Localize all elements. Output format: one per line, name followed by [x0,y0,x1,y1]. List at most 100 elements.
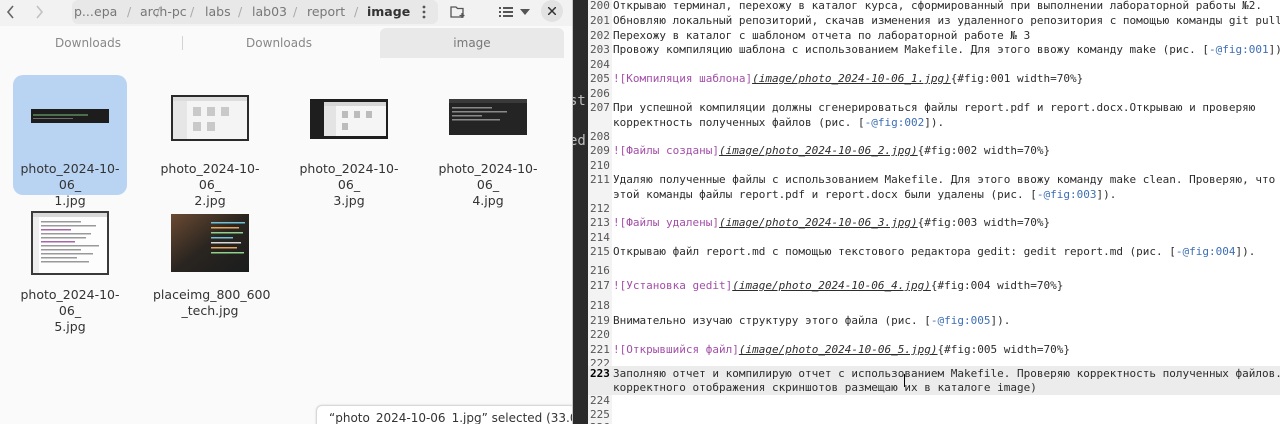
forward-button[interactable] [26,1,52,23]
editor-line[interactable]: 219 Внимательно изучаю структуру этого фа… [588,313,1280,328]
text-cursor [904,374,905,387]
markdown-link-text: ![Файлы удалены] [613,216,719,229]
editor-line[interactable]: 213 ![Файлы удалены](image/photo_2024-10-… [588,215,1280,230]
editor-line[interactable]: 215 Открываю файл report.md с помощью тек… [588,244,1280,259]
editor-line[interactable]: 207 При успешной компиляции должны сгенер… [588,100,1280,115]
image-thumbnail [31,109,109,123]
file-item[interactable]: photo_2024-10-06_ 5.jpg [13,205,127,334]
editor-line[interactable]: 224 [588,393,1280,408]
terminal-fragment: st [573,93,586,109]
editor-line[interactable]: 220 [588,327,1280,342]
editor-line[interactable]: 209 ![Файлы созданы](image/photo_2024-10-… [588,143,1280,158]
editor-line[interactable]: 214 [588,230,1280,245]
line-number: 221 [590,343,610,356]
tab-downloads-1[interactable]: Downloads [0,28,176,58]
path-segment[interactable]: р... [74,0,94,24]
line-number: 201 [590,14,610,27]
close-button[interactable] [541,0,563,22]
line-number: 208 [590,130,610,143]
editor-line[interactable]: корректность полученных файлов (рис. [-@… [588,115,1280,130]
line-text: ![Установка gedit](image/photo_2024-10-0… [613,278,1063,293]
path-segment-current[interactable]: image [367,0,410,24]
file-item[interactable]: photo_2024-10-06_ 1.jpg [13,75,127,208]
editor-line[interactable]: 226 [588,420,1280,424]
line-text-part: ]). [990,314,1011,327]
vertical-dots-icon [422,5,426,19]
markdown-attribute: {#fig:002 width=70%} [917,144,1051,157]
back-button[interactable] [0,1,22,23]
markdown-attribute: {#fig:005 width=70%} [937,343,1070,356]
tab-downloads-2[interactable]: Downloads [190,28,368,58]
editor-line[interactable]: 223 Заполняю отчет и компилирую отчет с и… [588,366,1280,381]
path-segment[interactable]: report [307,0,345,24]
editor-line[interactable]: 221 ![Открывшийся файл](image/photo_2024-… [588,342,1280,357]
path-menu-button[interactable] [412,0,436,24]
line-text-part: ]). [924,116,945,129]
line-text: этой команды файлы report.pdf и report.d… [613,187,1116,202]
figure-reference: -@fig:005 [930,314,991,327]
view-toggle-button[interactable] [494,1,518,23]
line-number: 212 [590,202,610,215]
editor-line[interactable]: 206 [588,86,1280,101]
file-manager-window: р... / ера / arch-pc / labs / lab03 / re… [0,0,572,424]
editor-line[interactable]: 210 [588,158,1280,173]
editor-line[interactable]: 204 [588,57,1280,72]
file-item[interactable]: photo_2024-10-06_ 3.jpg [292,75,406,208]
path-segment[interactable]: ера [94,0,117,24]
editor-line[interactable]: 211 Удаляю полученные файлы с использован… [588,172,1280,187]
tab-bar: Downloads Downloads image [0,28,572,58]
path-segment[interactable]: labs [205,0,231,24]
file-item[interactable]: placeimg_800_600 _tech.jpg [153,205,271,325]
editor-line[interactable]: 217 ![Установка gedit](image/photo_2024-1… [588,278,1280,293]
line-text-part: этой команды файлы report.pdf и report.d… [613,188,1037,201]
tab-image[interactable]: image [380,28,564,58]
path-segment[interactable]: lab03 [252,0,287,24]
editor-line[interactable]: 208 [588,129,1280,144]
line-text-part: корректность полученных файлов (рис. [ [613,116,865,129]
text-editor[interactable]: 200 Открываю терминал, перехожу в каталог… [588,0,1280,424]
line-text: При успешной компиляции должны сгенериро… [613,101,1256,114]
close-icon [548,7,556,15]
new-folder-button[interactable] [446,1,470,23]
path-separator: / [238,4,243,19]
line-text: Заполняю отчет и компилирую отчет с испо… [613,367,1280,380]
figure-reference: -@fig:001 [1209,43,1269,56]
line-number: 220 [590,328,610,341]
markdown-link-url: (image/photo_2024-10-06_1.jpg) [752,72,951,85]
path-separator: / [293,4,298,19]
markdown-link-url: (image/photo_2024-10-06_5.jpg) [738,343,938,356]
editor-line[interactable]: 202 Перехожу в каталог с шаблоном отчета … [588,28,1280,43]
background-terminal-strip: st ed [573,0,588,424]
editor-line[interactable]: 203 Провожу компиляцию шаблона с использо… [588,42,1280,57]
file-item[interactable]: photo_2024-10-06_ 2.jpg [153,75,267,208]
path-separator: / [190,4,195,19]
image-thumbnail [171,95,249,141]
line-text-part: Провожу компиляцию шаблона с использован… [613,43,1210,56]
editor-line[interactable]: 216 [588,263,1280,278]
path-segment[interactable]: arch-pc [140,0,187,24]
line-number: 218 [590,299,610,312]
view-options-button[interactable] [516,1,534,23]
editor-line[interactable]: 205 ![Компиляция шаблона](image/photo_202… [588,71,1280,86]
markdown-link-text: ![Компиляция шаблона] [613,72,753,85]
line-text: Обновляю локальный репозиторий, скачав и… [613,14,1280,27]
editor-line[interactable]: 212 [588,201,1280,216]
editor-line[interactable]: этой команды файлы report.pdf и report.d… [588,187,1280,202]
path-separator: / [127,4,132,19]
editor-line[interactable]: 218 [588,298,1280,313]
figure-reference: -@fig:004 [1175,245,1236,258]
file-item[interactable]: photo_2024-10-06_ 4.jpg [431,75,545,208]
line-number: 226 [590,420,612,424]
path-bar: р... / ера / arch-pc / labs / lab03 / re… [72,0,438,24]
editor-line[interactable]: 200 Открываю терминал, перехожу в каталог… [588,0,1280,13]
line-text-part: ]). [1268,43,1280,56]
terminal-fragment: ed [573,133,586,149]
line-text: Провожу компиляцию шаблона с использован… [613,42,1280,57]
editor-line[interactable]: 201 Обновляю локальный репозиторий, скача… [588,13,1280,28]
file-name: photo_2024-10-06_ 3.jpg [299,161,399,208]
line-number: 207 [590,101,610,114]
line-text: ![Файлы удалены](image/photo_2024-10-06_… [613,215,1050,230]
image-thumbnail [310,99,388,139]
file-name: placeimg_800_600 _tech.jpg [153,287,271,318]
list-view-icon [499,7,513,17]
